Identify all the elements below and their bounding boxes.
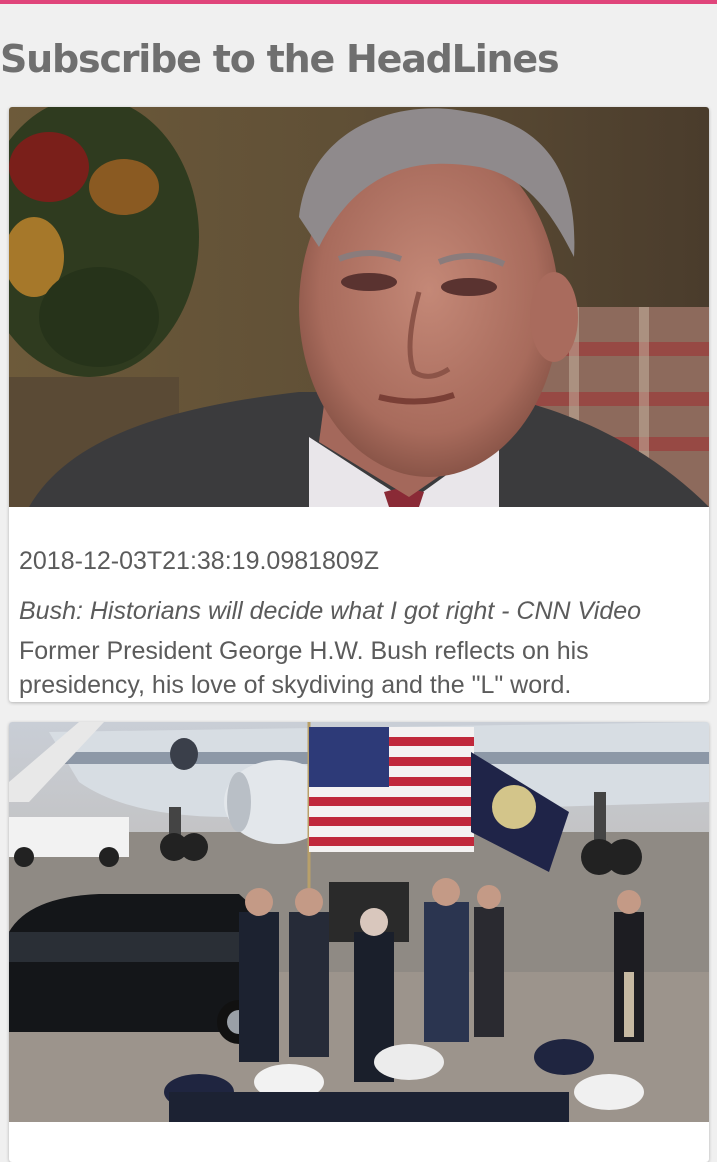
article-card[interactable]: 2018-12-03T21:38:19.0981809Z Bush: Histo… [9,107,709,702]
article-timestamp: 2018-12-03T21:38:19.0981809Z [19,547,380,575]
article-thumbnail-photo[interactable] [9,722,709,1122]
article-thumbnail-photo[interactable] [9,107,709,507]
article-headline[interactable]: Bush: Historians will decide what I got … [19,597,641,626]
top-accent-bar [0,0,717,4]
page-title: Subscribe to the HeadLines [0,37,560,81]
article-card[interactable] [9,722,709,1162]
article-summary: Former President George H.W. Bush reflec… [19,637,589,699]
